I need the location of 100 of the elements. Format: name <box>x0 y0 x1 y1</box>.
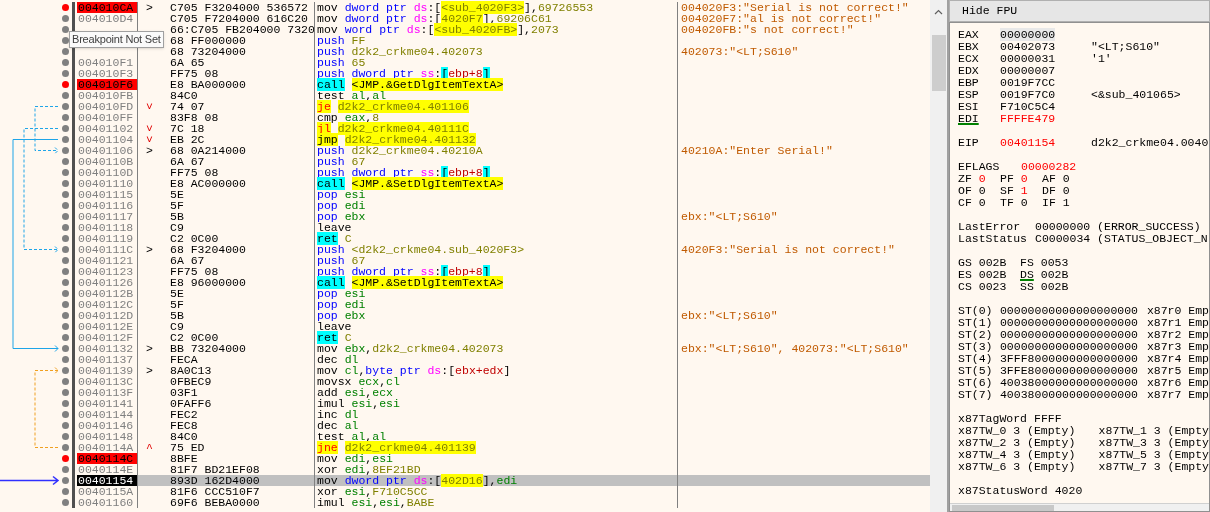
hide-fpu-button[interactable]: Hide FPU <box>949 0 1210 22</box>
register-name: x87TagWord <box>958 413 1027 425</box>
bytes-cell: C2 0C00 <box>170 332 219 343</box>
instruction-text: mov dword ptr ds:[402D16],edi <box>317 474 518 487</box>
register-value[interactable]: FFFFE479 <box>1000 112 1056 125</box>
flag-value[interactable]: 0 <box>978 197 986 209</box>
disassembly-row[interactable]: 00401160 69F6 BEBA0000 imul esi,esi,BABE <box>0 497 930 508</box>
register-value[interactable]: 00402073 <box>1000 40 1056 53</box>
instruction-text: jmp d2k2_crkme04.401132 <box>317 133 476 146</box>
register-name: EAX <box>958 29 980 41</box>
register-value[interactable]: FFFF <box>1034 413 1062 425</box>
address-cell-text: 0040114A <box>77 442 135 453</box>
register-value[interactable]: 00000000000000000000 <box>999 305 1147 317</box>
register-value[interactable]: 0019F7C0 <box>1000 88 1056 101</box>
register-value[interactable]: 00000000000000000000 <box>999 329 1147 341</box>
bytes-cell: 6A 67 <box>170 255 205 266</box>
flag-value[interactable]: 0 <box>1062 185 1070 197</box>
flag-name: CF <box>958 197 972 209</box>
jump-mark: > <box>146 144 153 157</box>
register-value[interactable]: 0053 <box>1040 257 1069 269</box>
address-cell-text: 004010F3 <box>77 68 135 79</box>
bytes-cell: 5B <box>170 310 184 321</box>
instruction-text: imul esi,esi,BABE <box>317 496 435 509</box>
register-value[interactable]: 00000000000000000000 <box>999 317 1147 329</box>
instruction-text: pop esi <box>317 287 366 300</box>
instruction-text: dec al <box>317 419 359 432</box>
register-comment: <&sub_401065> <box>1091 89 1181 101</box>
scrollbar-thumb[interactable] <box>931 35 946 91</box>
bytes-cell: EB 2C <box>170 134 205 145</box>
register-value[interactable]: F710C5C4 <box>1000 100 1056 113</box>
instruction-text: pop ebx <box>317 309 366 322</box>
register-value[interactable]: 0019F7CC <box>1000 76 1056 89</box>
register-value[interactable]: 00000000000000000000 <box>999 341 1147 353</box>
address-cell-text: 0040113C <box>77 376 135 387</box>
register-name: ST(4) <box>958 353 994 365</box>
address-cell-text: 0040112D <box>77 310 135 321</box>
tooltip: Breakpoint Not Set <box>69 31 164 48</box>
address-cell-text: 00401117 <box>77 211 135 222</box>
register-value[interactable]: 002B <box>978 257 1007 269</box>
register-comment: x87r5 Emp <box>1146 365 1209 377</box>
tag-word-entry: x87TW_3 3 (Empty <box>1098 437 1209 449</box>
address-cell-text: 0040114E <box>77 464 135 475</box>
bytes-cell: 0FBEC9 <box>170 376 212 387</box>
bytes-cell: 83F8 08 <box>170 112 219 123</box>
register-value[interactable]: 3FFE8000000000000000 <box>999 365 1147 377</box>
flag-value[interactable]: 0 <box>1020 197 1028 209</box>
register-value[interactable]: 002B <box>978 269 1007 281</box>
flag-name: IF <box>1042 197 1056 209</box>
register-name: ST(3) <box>958 341 994 353</box>
jump-mark: ˅ <box>146 100 153 113</box>
register-name: ST(5) <box>958 365 994 377</box>
bytes-cell: 5E <box>170 288 184 299</box>
instruction-text: push 67 <box>317 155 366 168</box>
register-value[interactable]: 002B <box>1040 269 1069 281</box>
scroll-up-icon[interactable] <box>934 9 943 15</box>
tag-word-entry: x87TW_7 3 (Empty <box>1098 461 1209 473</box>
flag-value[interactable]: 0 <box>1062 173 1070 185</box>
address-cell-text: 00401116 <box>77 200 135 211</box>
disassembly-row[interactable]: 00401154 893D 162D4000 mov dword ptr ds:[402D16],edi <box>0 475 930 486</box>
register-value[interactable]: 40038000000000000000 <box>999 377 1147 389</box>
register-name: ST(7) <box>958 389 994 401</box>
register-value[interactable]: 00000007 <box>1000 64 1056 77</box>
register-value[interactable]: 00401154 <box>1000 136 1056 149</box>
flag-value[interactable]: 0 <box>978 185 986 197</box>
register-value[interactable]: 00000031 <box>1000 52 1056 65</box>
register-value[interactable]: 4020 <box>1054 485 1083 497</box>
register-value[interactable]: 0023 <box>978 281 1007 293</box>
flag-value[interactable]: 0 <box>978 173 986 185</box>
register-value[interactable]: 40038000000000000000 <box>999 389 1147 401</box>
register-value[interactable]: 3FFF8000000000000000 <box>999 353 1147 365</box>
register-name: DS <box>1020 269 1034 281</box>
register-value[interactable]: 002B <box>1040 281 1069 293</box>
register-name: ST(6) <box>958 377 994 389</box>
flag-name: SF <box>1000 185 1014 197</box>
address-cell-text: 00401160 <box>77 497 135 508</box>
flag-name: ZF <box>958 173 972 185</box>
flag-name: PF <box>1000 173 1014 185</box>
instruction-text: call <JMP.&SetDlgItemTextA> <box>317 276 504 289</box>
address-cell-text: 00401146 <box>77 420 135 431</box>
register-name: GS <box>958 257 972 269</box>
instruction-text: movsx ecx,cl <box>317 375 400 388</box>
register-name: ST(1) <box>958 317 994 329</box>
register-value[interactable]: 00000282 <box>1021 161 1077 173</box>
bytes-cell: 7C 18 <box>170 123 205 134</box>
bytes-cell: 81F7 BD21EF08 <box>170 464 260 475</box>
register-value[interactable]: 00000000 <box>1000 28 1056 41</box>
scrollbar-thumb[interactable] <box>952 505 1054 511</box>
instruction-text: push d2k2_crkme04.402073 <box>317 45 483 58</box>
flag-value[interactable]: 1 <box>1062 197 1070 209</box>
flag-value[interactable]: 1 <box>1020 185 1028 197</box>
comment-text: ebx:"<LT;S610" <box>681 210 778 223</box>
address-cell-text: 0040112F <box>77 332 135 343</box>
bytes-cell: 69F6 BEBA0000 <box>170 497 260 508</box>
bytes-cell: C705 F3204000 536572 <box>170 2 309 13</box>
flag-value[interactable]: 0 <box>1020 173 1028 185</box>
instruction-text: leave <box>317 221 352 234</box>
instruction-text: pop edi <box>317 199 366 212</box>
comment-text: 004020F3:"Serial is not correct!" <box>681 1 909 14</box>
bytes-cell: E8 AC000000 <box>170 178 246 189</box>
register-comment: x87r4 Emp <box>1146 353 1209 365</box>
